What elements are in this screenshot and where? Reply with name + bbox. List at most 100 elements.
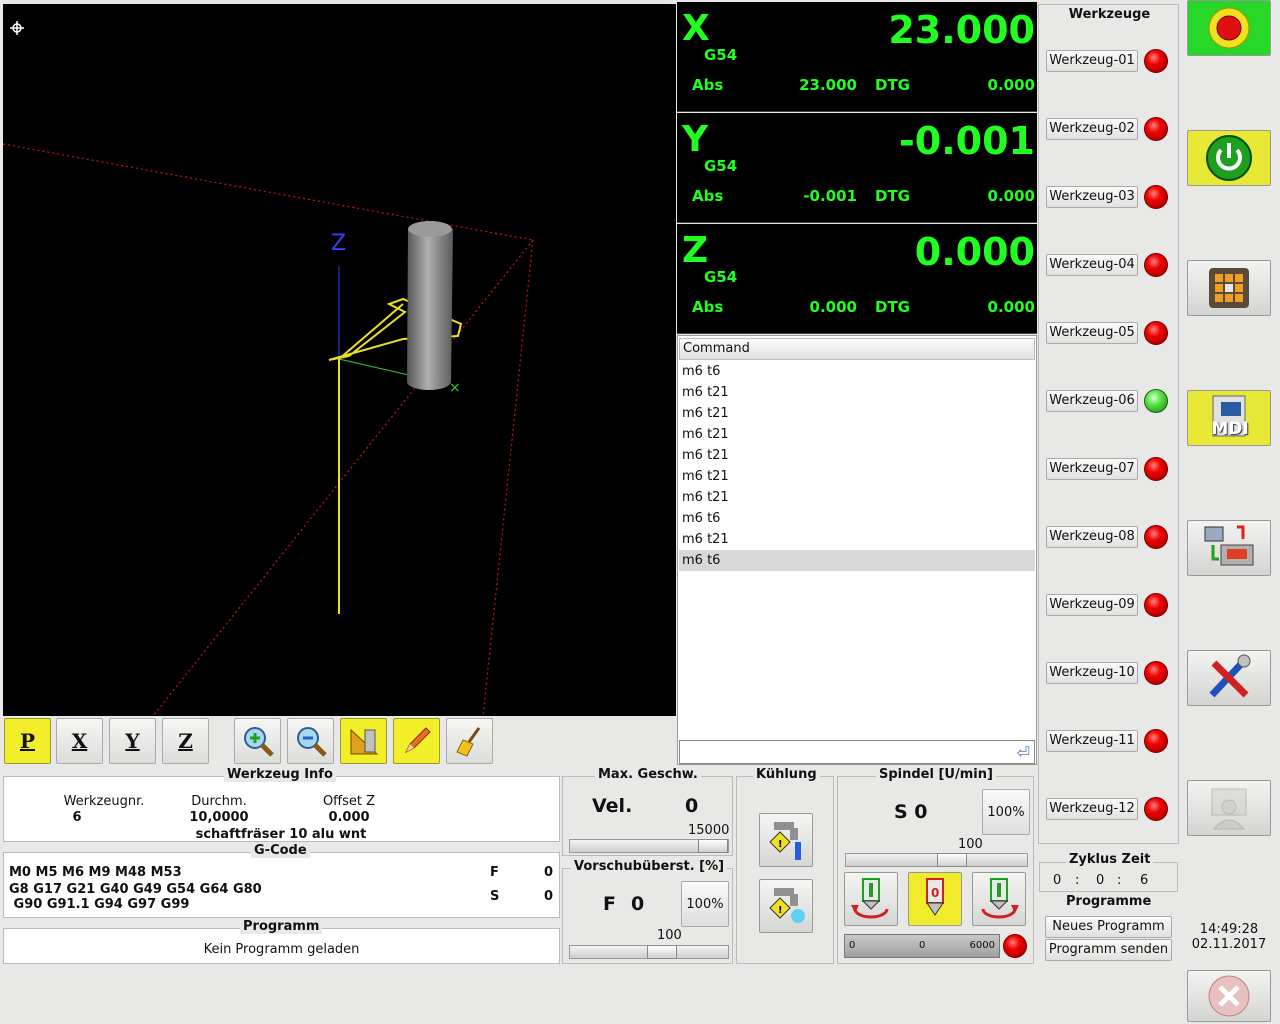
coolant-mist-button[interactable]: !: [759, 879, 813, 933]
tool-select-button[interactable]: Werkzeug-10: [1046, 662, 1138, 684]
tool-select-button[interactable]: Werkzeug-04: [1046, 254, 1138, 276]
feed-override-panel: F 0 100% 100: [562, 868, 733, 964]
tool-select-button[interactable]: Werkzeug-11: [1046, 730, 1138, 752]
max-speed-slider-knob[interactable]: [698, 839, 728, 853]
mdi-button[interactable]: MDI: [1187, 390, 1271, 446]
feed-override-slider[interactable]: [569, 945, 729, 959]
command-history-item[interactable]: m6 t21: [679, 382, 1035, 403]
clear-path-button[interactable]: [446, 718, 493, 764]
dro-y-dtg-label: DTG: [875, 187, 910, 205]
zoom-in-button[interactable]: [234, 718, 281, 764]
spindle-override-slider[interactable]: [845, 853, 1028, 867]
feed-override-slider-knob[interactable]: [647, 945, 677, 959]
settings-button[interactable]: [1187, 650, 1271, 706]
gcode-mcodes: M0 M5 M6 M9 M48 M53: [9, 865, 182, 880]
dro-y-abs-label: Abs: [692, 187, 724, 205]
tool-description: schaftfräser 10 alu wnt: [195, 827, 367, 842]
mdi-button-label: MDI: [1211, 419, 1249, 439]
spindle-bar-min: 0: [849, 940, 856, 951]
tool-cylinder: [407, 221, 453, 390]
tool-select-button[interactable]: Werkzeug-05: [1046, 322, 1138, 344]
max-speed-value: 0: [685, 795, 699, 817]
coolant-mist-icon: !: [769, 888, 805, 923]
jog-keypad-icon: [1209, 268, 1249, 308]
view-x-button[interactable]: X: [56, 718, 103, 764]
tool-select-button[interactable]: Werkzeug-01: [1046, 50, 1138, 72]
spindle-stop-button[interactable]: 0: [908, 872, 962, 926]
spindle-slider-value: 100: [958, 837, 983, 852]
spindle-reset-100-button[interactable]: 100%: [982, 789, 1030, 835]
draw-path-button[interactable]: [393, 718, 440, 764]
command-history-item[interactable]: m6 t21: [679, 487, 1035, 508]
spindle-bar-max: 6000: [969, 940, 995, 951]
gcode-s-value: 0: [544, 889, 554, 904]
tool-offset-value: 0.000: [328, 810, 370, 825]
toolpath-preview[interactable]: Z ×: [3, 4, 676, 716]
dro-y-dtg-value: 0.000: [987, 187, 1035, 205]
gcode-f-label: F: [490, 865, 499, 880]
mdi-command-panel: Command m6 t6 m6 t21 m6 t21 m6 t21 m6 t21 m6 …: [677, 335, 1037, 765]
tool-select-button[interactable]: Werkzeug-09: [1046, 594, 1138, 616]
dro-y-abs-value: -0.001: [803, 187, 857, 205]
mdi-command-input[interactable]: ⏎: [679, 740, 1035, 764]
command-history-item[interactable]: m6 t6: [679, 508, 1035, 529]
view-y-button[interactable]: Y: [109, 718, 156, 764]
power-icon: [1206, 135, 1252, 181]
view-z-button[interactable]: Z: [162, 718, 209, 764]
tool-select-button[interactable]: Werkzeug-07: [1046, 458, 1138, 480]
machine-power-button[interactable]: [1187, 130, 1271, 186]
spindle-ccw-button[interactable]: [844, 872, 898, 926]
command-history-item[interactable]: m6 t21: [679, 424, 1035, 445]
spindle-status-led: [1003, 934, 1027, 958]
gcode-gcodes-1: G8 G17 G21 G40 G49 G54 G64 G80: [9, 882, 262, 897]
tool-status-led: [1144, 593, 1168, 617]
tool-select-button[interactable]: Werkzeug-08: [1046, 526, 1138, 548]
emergency-stop-button[interactable]: [1187, 0, 1271, 56]
command-header[interactable]: Command: [679, 338, 1035, 360]
zoom-out-button[interactable]: [287, 718, 334, 764]
emergency-stop-icon: [1208, 7, 1250, 49]
tool-list: Werkzeuge Werkzeug-01 Werkzeug-02 Werkzeug…: [1038, 4, 1179, 844]
dro-y-axis: Y: [682, 119, 709, 160]
user-button[interactable]: [1187, 780, 1271, 836]
spindle-cw-icon: [981, 878, 1019, 919]
program-title: Programm: [240, 919, 323, 934]
command-history-item[interactable]: m6 t21: [679, 529, 1035, 550]
tool-diameter-value: 10,0000: [189, 810, 249, 825]
dro-x-abs-label: Abs: [692, 76, 724, 94]
tool-select-button[interactable]: Werkzeug-12: [1046, 798, 1138, 820]
measure-button[interactable]: [340, 718, 387, 764]
jog-panel-button[interactable]: [1187, 260, 1271, 316]
new-program-button[interactable]: Neues Programm: [1045, 916, 1172, 938]
tool-select-button[interactable]: Werkzeug-06: [1046, 390, 1138, 412]
tool-status-led: [1144, 797, 1168, 821]
cycle-seconds: 6: [1140, 873, 1149, 888]
feed-reset-100-button[interactable]: 100%: [681, 881, 729, 927]
spindle-bar-value: 0: [919, 940, 926, 951]
command-history-item[interactable]: m6 t6: [679, 361, 1035, 382]
view-perspective-button[interactable]: P: [4, 718, 51, 764]
spindle-cw-button[interactable]: [972, 872, 1026, 926]
tool-select-button[interactable]: Werkzeug-03: [1046, 186, 1138, 208]
exit-button[interactable]: [1187, 970, 1271, 1022]
spindle-override-slider-knob[interactable]: [937, 853, 967, 867]
tool-select-button[interactable]: Werkzeug-02: [1046, 118, 1138, 140]
user-icon: [1211, 788, 1247, 830]
coolant-flood-button[interactable]: !: [759, 813, 813, 867]
send-program-button[interactable]: Programm senden: [1045, 939, 1172, 961]
command-history-item[interactable]: m6 t21: [679, 445, 1035, 466]
zoom-in-icon: [243, 727, 274, 757]
tool-status-led: [1144, 661, 1168, 685]
tool-status-led: [1144, 49, 1168, 73]
clock-time: 14:49:28: [1199, 922, 1259, 937]
zoom-out-icon: [296, 727, 327, 757]
program-transfer-button[interactable]: [1187, 520, 1271, 576]
max-speed-slider[interactable]: [569, 839, 729, 853]
command-history-item[interactable]: m6 t21: [679, 403, 1035, 424]
command-history-item[interactable]: m6 t21: [679, 466, 1035, 487]
tool-status-led: [1144, 457, 1168, 481]
command-history-item[interactable]: m6 t6: [679, 550, 1035, 571]
clock-date: 02.11.2017: [1191, 937, 1267, 952]
enter-icon[interactable]: ⏎: [1017, 743, 1030, 762]
feed-slider-value: 100: [657, 928, 682, 943]
